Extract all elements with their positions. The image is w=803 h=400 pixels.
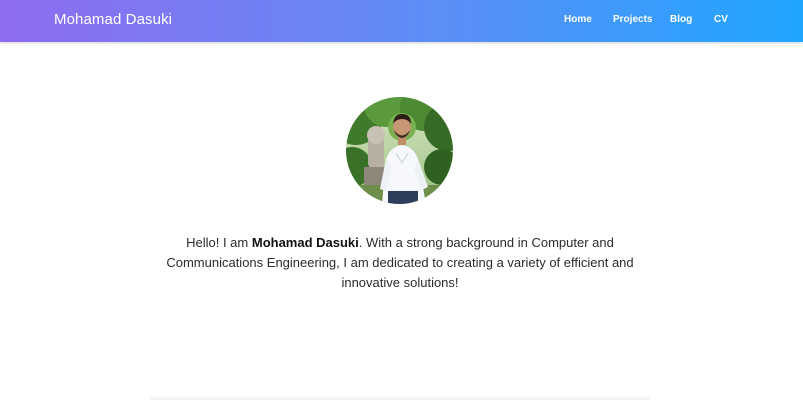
brand-link[interactable]: Mohamad Dasuki — [54, 10, 172, 30]
intro-name: Mohamad Dasuki — [251, 235, 359, 250]
nav-link-cv[interactable]: CV — [714, 13, 728, 27]
nav-link-blog[interactable]: Blog — [670, 13, 692, 27]
top-navbar: Mohamad Dasuki Home Projects Blog CV — [0, 0, 803, 42]
nav-link-home[interactable]: Home — [564, 13, 592, 27]
avatar-photo — [346, 97, 453, 204]
nav-link-projects[interactable]: Projects — [613, 13, 652, 27]
bottom-divider — [150, 396, 650, 400]
intro-prefix: Hello! I am — [186, 235, 252, 250]
intro-text: Hello! I am Mohamad Dasuki. With a stron… — [160, 233, 640, 293]
avatar — [346, 97, 453, 204]
